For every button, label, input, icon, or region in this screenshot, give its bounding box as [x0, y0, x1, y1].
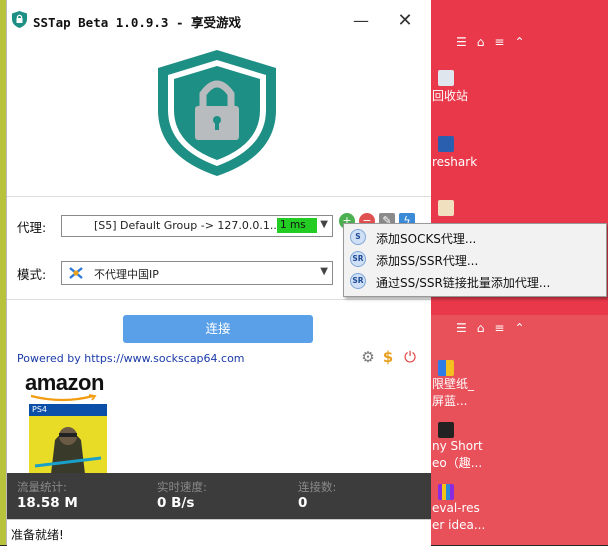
- connections-value: 0: [298, 495, 308, 511]
- chevron-up-icon[interactable]: ⌃: [514, 321, 524, 335]
- menu-item-label: 通过SS/SSR链接批量添加代理...: [376, 276, 551, 290]
- chevron-down-icon[interactable]: ▼: [320, 266, 328, 277]
- menu-item-add-ss-ssr[interactable]: SR 添加SS/SSR代理...: [344, 248, 606, 270]
- routing-mode-icon: [69, 267, 83, 279]
- desktop-icon-archive[interactable]: eval-res er idea...: [432, 484, 522, 534]
- menu-item-batch-add-ss-ssr[interactable]: SR 通过SS/SSR链接批量添加代理...: [344, 270, 606, 292]
- proxy-select[interactable]: [S5] Default Group -> 127.0.0.1... 1 ms …: [61, 215, 333, 237]
- speed-value: 0 B/s: [157, 495, 195, 511]
- ssr-icon: SR: [350, 251, 366, 267]
- speed-label: 实时速度:: [157, 480, 207, 494]
- amazon-logo[interactable]: amazon: [25, 370, 104, 396]
- powered-by-link[interactable]: Powered by https://www.sockscap64.com: [17, 352, 245, 365]
- socks-icon: S: [350, 229, 366, 245]
- chevron-up-icon[interactable]: ⌃: [514, 35, 524, 49]
- power-icon[interactable]: ⏻: [401, 348, 419, 366]
- mode-select[interactable]: 不代理中国IP ▼: [61, 261, 333, 285]
- game-ad-image[interactable]: PS4: [29, 404, 107, 474]
- ps4-banner: PS4: [29, 404, 107, 416]
- desktop-icon-wallpaper[interactable]: 限壁纸_ 屏蓝...: [432, 360, 522, 410]
- lock-icon[interactable]: ⌂: [477, 35, 485, 49]
- menu-item-add-socks[interactable]: S 添加SOCKS代理...: [344, 226, 606, 248]
- connect-button[interactable]: 连接: [123, 315, 313, 343]
- desktop-toolbar-top: ☰ ⌂ ≡ ⌃: [456, 34, 536, 50]
- traffic-label: 流量统计:: [17, 480, 67, 494]
- desktop-icon-short-video[interactable]: ny Short eo（趣...: [432, 422, 522, 472]
- ping-badge: 1 ms: [277, 218, 317, 233]
- donate-dollar-icon[interactable]: $: [379, 348, 397, 366]
- settings-gear-icon[interactable]: ⚙: [359, 348, 377, 366]
- list-icon[interactable]: ☰: [456, 35, 467, 49]
- game-cover-art: [29, 416, 107, 474]
- status-text: 准备就绪!: [11, 528, 64, 542]
- traffic-value: 18.58 M: [17, 495, 78, 511]
- wallpaper-app-icon: [438, 360, 454, 376]
- lock-icon[interactable]: ⌂: [477, 321, 485, 335]
- menu-item-label: 添加SS/SSR代理...: [376, 254, 479, 268]
- status-bar: 准备就绪!: [7, 519, 431, 546]
- desktop-icon-label: 屏蓝...: [432, 394, 468, 408]
- proxy-selected-value: [S5] Default Group -> 127.0.0.1...: [94, 219, 281, 232]
- wireshark-icon: [438, 136, 454, 152]
- short-video-app-icon: [438, 422, 454, 438]
- desktop-icon-label: er idea...: [432, 518, 486, 532]
- close-button[interactable]: ✕: [383, 6, 427, 34]
- shield-lock-logo: [158, 50, 276, 176]
- proxy-label: 代理:: [17, 220, 47, 235]
- add-proxy-context-menu: S 添加SOCKS代理... SR 添加SS/SSR代理... SR 通过SS/…: [343, 223, 607, 297]
- desktop-toolbar-bottom: ☰ ⌂ ≡ ⌃: [456, 320, 536, 336]
- desktop-icon-label: eo（趣...: [432, 456, 483, 470]
- minimize-button[interactable]: —: [339, 6, 383, 34]
- chevron-down-icon[interactable]: ▼: [320, 219, 328, 230]
- recycle-bin-icon: [438, 70, 454, 86]
- archive-icon: [438, 484, 454, 500]
- menu-icon[interactable]: ≡: [494, 321, 504, 335]
- list-icon[interactable]: ☰: [456, 321, 467, 335]
- amazon-smile-icon: [30, 394, 97, 402]
- title-bar[interactable]: SSTap Beta 1.0.9.3 - 享受游戏 — ✕: [7, 0, 431, 40]
- connections-label: 连接数:: [298, 480, 337, 494]
- window-title: SSTap Beta 1.0.9.3 - 享受游戏: [33, 15, 242, 30]
- file-icon: [438, 200, 454, 216]
- menu-item-label: 添加SOCKS代理...: [376, 232, 477, 246]
- desktop-icon-recycle-bin[interactable]: 回收站: [432, 70, 522, 105]
- ssr-icon: SR: [350, 273, 366, 289]
- mode-label: 模式:: [17, 267, 47, 282]
- sstap-shield-icon: [12, 11, 27, 28]
- stats-bar: 流量统计: 18.58 M 实时速度: 0 B/s 连接数: 0: [7, 473, 431, 519]
- menu-icon[interactable]: ≡: [494, 35, 504, 49]
- desktop-icon-wireshark[interactable]: reshark: [432, 136, 522, 171]
- mode-selected-value: 不代理中国IP: [94, 268, 159, 281]
